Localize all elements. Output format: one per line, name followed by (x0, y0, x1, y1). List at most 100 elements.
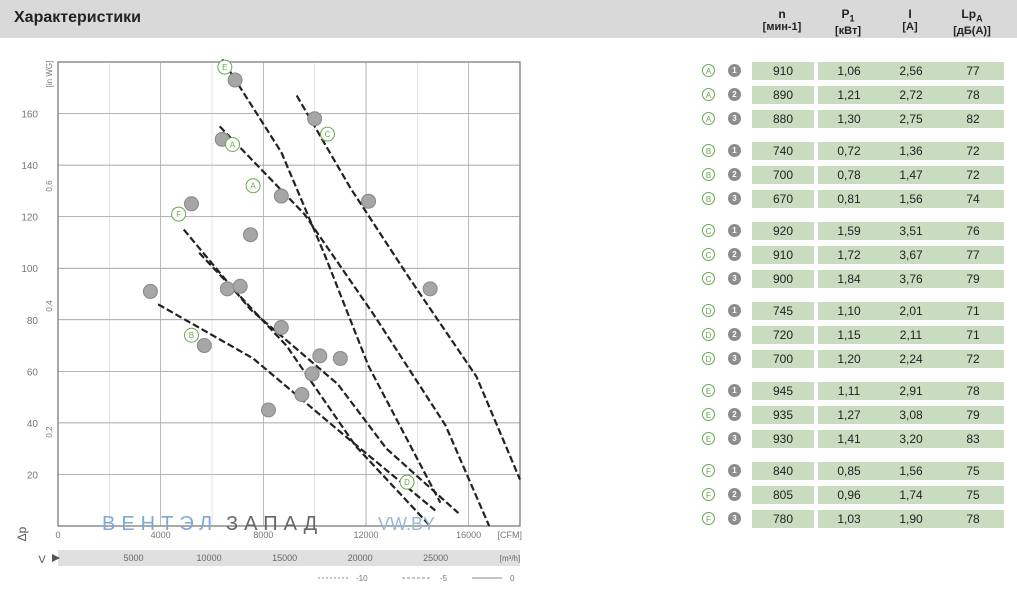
operating-point (294, 387, 310, 403)
table-cell: 1,20 (818, 350, 880, 368)
table-cell: 77 (942, 246, 1004, 264)
operating-point (273, 320, 289, 336)
column-header-subscript: 1 (849, 13, 855, 24)
operating-point (273, 188, 289, 204)
performance-table: A 1 910 1,06 2,56 77 A 2 890 1,21 2,72 78 A 3 880 1,30 2… (690, 58, 1010, 528)
curve-label-text: A (250, 182, 256, 191)
table-cell: 1,15 (818, 326, 880, 344)
table-cell: 1,30 (818, 110, 880, 128)
x-unit-bottom: [m³/h] (500, 554, 520, 563)
table-row: F 1 840 0,85 1,56 75 (690, 462, 1010, 480)
table-cell: 3,51 (880, 222, 942, 240)
curve-letter-badge: C (702, 248, 715, 261)
table-cell: 720 (752, 326, 814, 344)
y-tick-label: 40 (27, 419, 39, 430)
table-cell: 1,10 (818, 302, 880, 320)
table-row: D 1 745 1,10 2,01 71 (690, 302, 1010, 320)
y-tick-label: 140 (21, 161, 38, 172)
table-cell: 930 (752, 430, 814, 448)
table-cell: 745 (752, 302, 814, 320)
y-axis-symbol: Δp (15, 526, 29, 541)
column-header-name: I (908, 7, 912, 21)
table-cell: 1,72 (818, 246, 880, 264)
operating-point (142, 283, 158, 299)
table-cell: 75 (942, 486, 1004, 504)
table-cell: 71 (942, 326, 1004, 344)
table-cell: 740 (752, 142, 814, 160)
column-header-4: LpA [дБ(A)] (942, 8, 1002, 38)
table-row: B 2 700 0,78 1,47 72 (690, 166, 1010, 184)
curve-letter-badge: C (702, 272, 715, 285)
table-cell: 2,11 (880, 326, 942, 344)
mode-number-badge: 2 (728, 248, 741, 261)
table-cell: 2,24 (880, 350, 942, 368)
table-cell: 1,84 (818, 270, 880, 288)
operating-point (332, 350, 348, 366)
curve-letter-badge: B (702, 168, 715, 181)
table-row: B 3 670 0,81 1,56 74 (690, 190, 1010, 208)
x-tick-label-bottom: 20000 (348, 553, 373, 563)
column-header-unit: [мин-1] (762, 21, 802, 33)
x-tick-label-top: 0 (55, 530, 60, 540)
table-cell: 3,08 (880, 406, 942, 424)
curve-letter-badge: B (702, 144, 715, 157)
table-cell: 1,41 (818, 430, 880, 448)
mode-number-badge: 1 (728, 304, 741, 317)
curve-letter-badge: E (702, 384, 715, 397)
table-cell: 1,56 (880, 190, 942, 208)
mode-number-badge: 3 (728, 272, 741, 285)
operating-point (307, 111, 323, 127)
table-row: C 3 900 1,84 3,76 79 (690, 270, 1010, 288)
curve-letter-badge: F (702, 488, 715, 501)
operating-point (243, 227, 258, 243)
x-tick-label-bottom: 10000 (197, 553, 222, 563)
x-unit-top: [CFM] (497, 530, 522, 540)
table-cell: 2,01 (880, 302, 942, 320)
watermark-text-3: VW.BY (378, 514, 435, 534)
x-tick-label-bottom: 5000 (124, 553, 144, 563)
curve-letter-badge: A (702, 64, 715, 77)
y-tick-label: 100 (21, 264, 38, 275)
table-row: C 1 920 1,59 3,51 76 (690, 222, 1010, 240)
x-tick-label-top: 16000 (456, 530, 481, 540)
table-cell: 840 (752, 462, 814, 480)
table-cell: 72 (942, 350, 1004, 368)
watermark-text-2: ЗАПАД (226, 513, 323, 535)
mode-number-badge: 3 (728, 112, 741, 125)
table-row: E 2 935 1,27 3,08 79 (690, 406, 1010, 424)
curve-label-text: B (189, 331, 194, 340)
table-row: A 1 910 1,06 2,56 77 (690, 62, 1010, 80)
table-cell: 920 (752, 222, 814, 240)
curve-label-text: D (404, 478, 410, 487)
table-row: D 3 700 1,20 2,24 72 (690, 350, 1010, 368)
x-tick-label-bottom: 15000 (272, 553, 297, 563)
table-cell: 71 (942, 302, 1004, 320)
curve-letter-badge: F (702, 512, 715, 525)
curve-letter-badge: F (702, 464, 715, 477)
table-cell: 74 (942, 190, 1004, 208)
mode-number-badge: 3 (728, 432, 741, 445)
table-cell: 0,96 (818, 486, 880, 504)
table-cell: 3,76 (880, 270, 942, 288)
operating-point (304, 366, 320, 382)
table-cell: 700 (752, 350, 814, 368)
table-cell: 1,47 (880, 166, 942, 184)
operating-point (227, 72, 243, 88)
table-cell: 880 (752, 110, 814, 128)
table-cell: 0,81 (818, 190, 880, 208)
table-cell: 2,72 (880, 86, 942, 104)
operating-point (183, 196, 199, 212)
table-cell: 0,85 (818, 462, 880, 480)
table-row: A 2 890 1,21 2,72 78 (690, 86, 1010, 104)
table-cell: 3,67 (880, 246, 942, 264)
watermark-text: ВЕНТЭЛ (102, 513, 218, 535)
column-header-1: n [мин-1] (752, 8, 812, 34)
table-cell: 75 (942, 462, 1004, 480)
table-cell: 72 (942, 142, 1004, 160)
column-header-unit: [кВт] (834, 25, 862, 38)
curve-letter-badge: D (702, 304, 715, 317)
table-cell: 890 (752, 86, 814, 104)
mode-number-badge: 2 (728, 328, 741, 341)
mode-number-badge: 2 (728, 488, 741, 501)
table-row: E 3 930 1,41 3,20 83 (690, 430, 1010, 448)
